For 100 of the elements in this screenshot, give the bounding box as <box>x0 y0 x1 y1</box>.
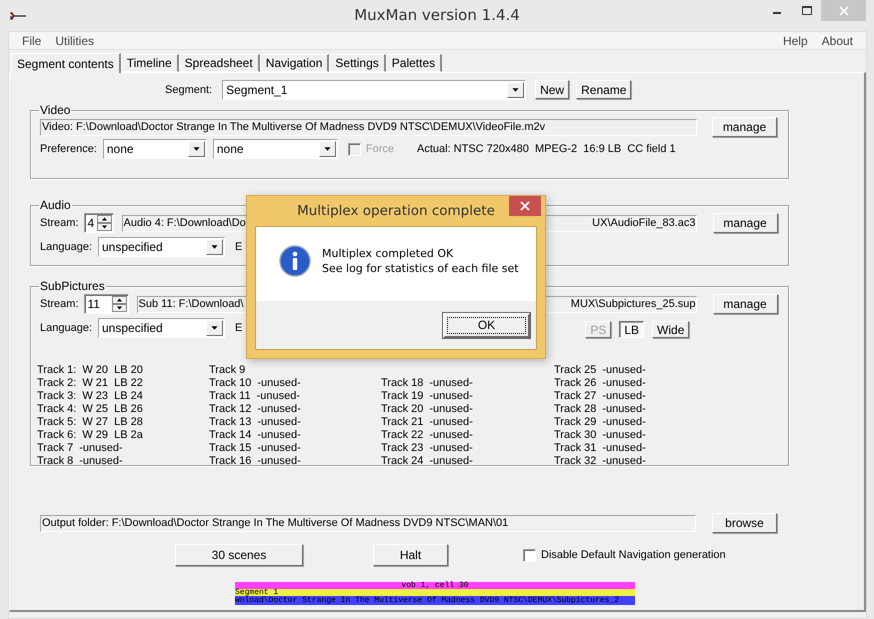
track-value: -unused- <box>602 454 646 466</box>
manage-button[interactable]: manage <box>712 294 778 314</box>
track-value: -unused- <box>79 454 123 466</box>
group-title: Audio <box>39 198 72 212</box>
track-value: -unused- <box>602 416 646 428</box>
track-label: Track 25 <box>554 364 596 376</box>
tab[interactable]: Settings <box>329 54 386 72</box>
tab[interactable]: Palettes <box>386 54 442 72</box>
output-folder-field[interactable]: Output folder: F:\Download\Doctor Strange In The Multiverse Of Madness DVD9 NTSC\MAN\01 <box>40 514 696 532</box>
track-value: -unused- <box>256 390 300 402</box>
halt-button[interactable]: Halt <box>373 544 448 566</box>
track-label: Track 27 <box>554 390 596 402</box>
track-value: W 21 LB 22 <box>82 376 143 388</box>
window-title: MuxMan version 1.4.4 <box>354 6 520 24</box>
tab[interactable]: Spreadsheet <box>178 54 260 72</box>
track-value: -unused- <box>602 376 646 388</box>
track-value: -unused- <box>429 428 473 440</box>
video-info: Actual: NTSC 720x480 MPEG-2 16:9 LB CC field 1 <box>417 143 676 155</box>
track-label: Track 30 <box>554 428 596 440</box>
field-label: Stream: <box>40 298 79 310</box>
field-label: E <box>235 322 242 334</box>
group-title: Video <box>39 103 72 117</box>
manage-button[interactable]: manage <box>712 117 777 137</box>
app-icon <box>10 12 26 20</box>
track-label: Track 29 <box>554 416 596 428</box>
track-label: Track 32 <box>554 454 596 466</box>
field-label: Language: <box>40 241 92 253</box>
combo-box[interactable]: unspecified <box>98 237 225 257</box>
track-value: W 20 LB 20 <box>82 364 143 376</box>
field-label: Preference: <box>40 143 97 155</box>
close-icon[interactable] <box>509 196 541 216</box>
track-value: -unused- <box>602 428 646 440</box>
combo-box[interactable]: unspecified <box>98 318 225 338</box>
track-label: Track 4: <box>37 402 76 414</box>
track-value: -unused- <box>429 376 473 388</box>
track-value: -unused- <box>257 442 301 454</box>
track-label: Track 7 <box>37 442 74 454</box>
track-value: W 27 LB 28 <box>82 416 143 428</box>
track-label: Track 3: <box>37 390 76 402</box>
track-label: Track 19 <box>381 390 424 402</box>
track-value: -unused- <box>429 402 473 414</box>
browse-button[interactable]: browse <box>712 513 777 533</box>
track-value: W 29 LB 2a <box>82 428 143 440</box>
field-label: Segment: <box>165 84 212 96</box>
menu-item[interactable]: Help <box>776 34 815 48</box>
checkbox-label: Disable Default Navigation generation <box>541 549 726 561</box>
tab[interactable]: Navigation <box>260 54 330 72</box>
track-value: -unused- <box>257 402 301 414</box>
tab[interactable]: Segment contents <box>11 53 121 73</box>
progress-bar: Segment 1 <box>235 589 635 596</box>
track-label: Track 15 <box>209 442 252 454</box>
spin-arrows-icon <box>96 215 112 231</box>
track-label: Track 12 <box>209 402 252 414</box>
manage-button[interactable]: manage <box>712 213 778 233</box>
track-value: -unused- <box>257 428 301 440</box>
track-label: Track 23 <box>381 442 424 454</box>
checkbox-label: Force <box>366 143 394 155</box>
track-label: Track 22 <box>381 428 424 440</box>
combo-box[interactable]: none <box>102 139 207 159</box>
stream-spinner[interactable]: 4 <box>84 213 114 233</box>
track-label: Track 8 <box>37 454 74 466</box>
scenes-button[interactable]: 30 scenes <box>175 544 303 566</box>
menu-item[interactable]: Utilities <box>48 34 102 48</box>
track-value: -unused- <box>602 390 646 402</box>
aspect-button[interactable]: Wide <box>652 321 690 338</box>
track-label: Track 14 <box>209 428 252 440</box>
new-button[interactable]: New <box>535 80 570 99</box>
track-value: -unused- <box>429 454 473 466</box>
rename-button[interactable]: Rename <box>576 80 632 99</box>
field-label: Stream: <box>40 217 79 229</box>
ok-button[interactable]: OK <box>443 312 530 338</box>
aspect-button[interactable]: LB <box>619 321 644 338</box>
track-value: W 25 LB 26 <box>82 402 143 414</box>
menu-item[interactable]: About <box>814 34 860 48</box>
tab[interactable]: Timeline <box>120 54 179 72</box>
track-value: -unused- <box>429 442 473 454</box>
field-label: Language: <box>40 322 92 334</box>
track-value: -unused- <box>602 402 646 414</box>
track-value: -unused- <box>257 454 301 466</box>
track-label: Track 5: <box>37 416 76 428</box>
track-label: Track 21 <box>381 416 424 428</box>
track-label: Track 16 <box>209 454 252 466</box>
track-label: Track 11 <box>209 390 251 402</box>
track-label: Track 9 <box>209 364 246 376</box>
track-label: Track 2: <box>37 376 76 388</box>
track-value: -unused- <box>79 442 123 454</box>
file-path-field[interactable]: Video: F:\Download\Doctor Strange In The Multiverse Of Madness DVD9 NTSC\DEMUX\VideoFile.m2v <box>40 118 697 136</box>
track-label: Track 24 <box>381 454 424 466</box>
checkbox[interactable] <box>523 548 536 562</box>
track-label: Track 20 <box>381 402 424 414</box>
track-value: -unused- <box>429 416 473 428</box>
track-label: Track 26 <box>554 376 596 388</box>
track-value: -unused- <box>602 442 646 454</box>
dialog-message: See log for statistics of each file set <box>322 261 519 276</box>
stream-spinner[interactable]: 11 <box>84 294 129 314</box>
combo-box[interactable]: Segment_1 <box>222 80 526 100</box>
combo-box[interactable]: none <box>212 139 338 159</box>
info-icon <box>279 245 311 277</box>
progress-bar: vob 1, cell 30 <box>235 582 635 589</box>
menu-item[interactable]: File <box>15 34 48 48</box>
